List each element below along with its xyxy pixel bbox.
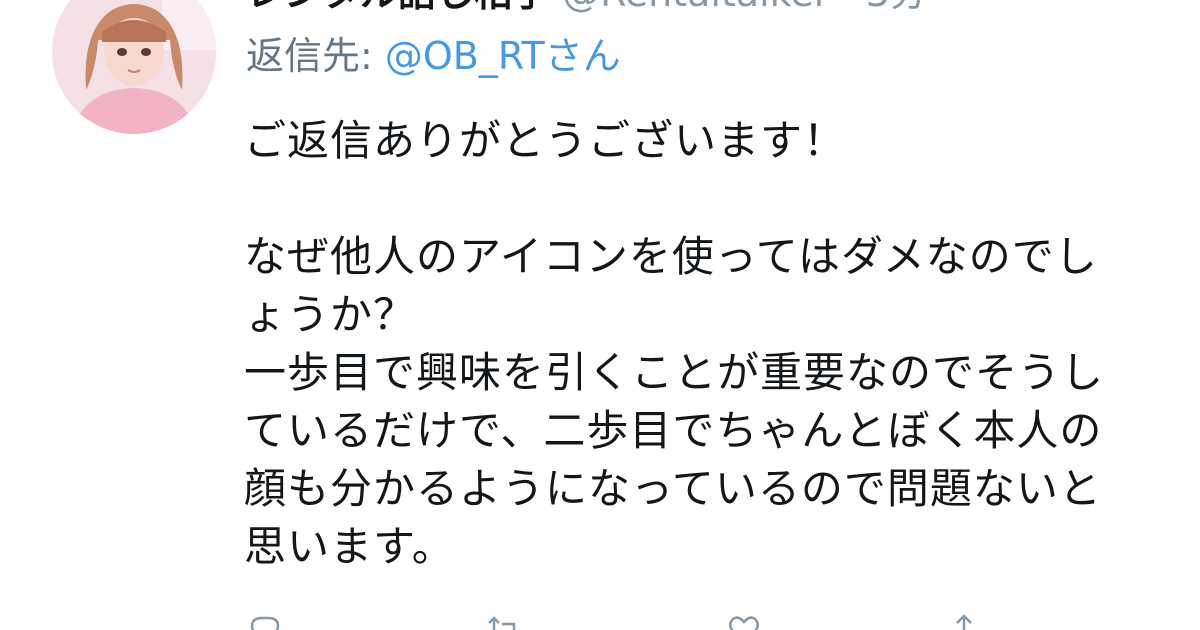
tweet[interactable]: レンタル話し相手 @Rentaltalker · 3分 返信先: @OB_RTさん… <box>0 0 1200 630</box>
reply-to-handle[interactable]: @OB_RT <box>385 34 545 78</box>
chevron-down-icon[interactable] <box>1110 0 1150 4</box>
display-name[interactable]: レンタル話し相手 <box>246 0 550 15</box>
user-handle[interactable]: @Rentaltalker <box>562 0 829 15</box>
retweet-icon[interactable] <box>486 612 522 630</box>
timestamp-value[interactable]: 3分 <box>866 0 928 15</box>
reply-to-suffix: さん <box>544 34 621 78</box>
tweet-header: レンタル話し相手 @Rentaltalker · 3分 <box>246 0 928 18</box>
reply-icon[interactable] <box>246 612 282 630</box>
tweet-text-line: ょうか？ <box>244 290 417 339</box>
tweet-text-line <box>244 170 1164 228</box>
reply-to-line: 返信先: @OB_RTさん <box>246 32 621 80</box>
tweet-text-line: ているだけで、二歩目でちゃんとぼく本人の <box>244 406 1103 455</box>
tweet-text-line: 顔も分かるようになっているので問題ないと <box>244 464 1102 513</box>
timestamp: · <box>829 0 865 15</box>
reply-to-label: 返信先: <box>246 34 385 78</box>
heart-icon[interactable] <box>726 612 762 630</box>
tweet-body: ご返信ありがとうございます！ なぜ他人のアイコンを使ってはダメなのでし ょうか？… <box>244 112 1164 576</box>
tweet-text-line: 一歩目で興味を引くことが重要なのでそうし <box>244 348 1105 397</box>
tweet-text-line: なぜ他人のアイコンを使ってはダメなのでし <box>244 232 1098 281</box>
avatar[interactable] <box>52 0 216 134</box>
avatar-image <box>52 0 216 134</box>
share-icon[interactable] <box>946 612 982 630</box>
tweet-text-line: ご返信ありがとうございます！ <box>244 116 847 165</box>
tweet-actions <box>246 612 1146 630</box>
tweet-text-line: 思います。 <box>244 522 455 571</box>
